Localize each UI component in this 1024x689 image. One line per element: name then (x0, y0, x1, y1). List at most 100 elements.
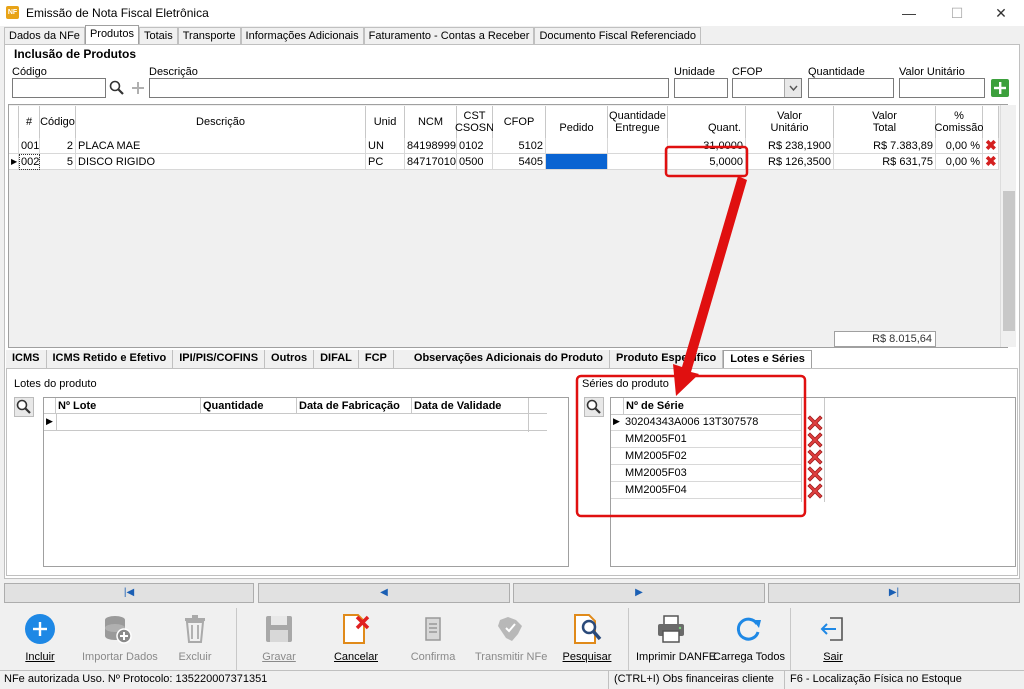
transmitir-nfe-button[interactable]: Transmitir NFe (475, 612, 547, 668)
grid-header-ncm[interactable]: NCM (405, 106, 457, 138)
tab-totais[interactable]: Totais (138, 27, 178, 45)
list-item[interactable]: MM2005F04 (611, 482, 801, 499)
lotes-table[interactable]: Nº Lote Quantidade Data de Fabricação Da… (43, 397, 569, 567)
delete-serie-icon[interactable] (805, 448, 825, 465)
table-cell-cst[interactable]: 0500 (457, 154, 493, 170)
search-series-button[interactable] (584, 397, 604, 417)
table-cell-comissao[interactable]: 0,00 % (936, 154, 983, 170)
excluir-button[interactable]: Excluir (160, 612, 230, 668)
tab-dados-nfe[interactable]: Dados da NFe (4, 27, 85, 45)
incluir-button[interactable]: Incluir (5, 612, 75, 668)
grid-header-cst[interactable]: CST CSOSN (455, 106, 494, 138)
delete-serie-icon[interactable] (805, 482, 825, 499)
pesquisar-button[interactable]: Pesquisar (552, 612, 622, 668)
search-lotes-button[interactable] (14, 397, 34, 417)
grid-header-comissao[interactable]: % Comissão (935, 106, 983, 138)
grid-header-cfop[interactable]: CFOP (493, 106, 546, 138)
quantidade-input[interactable] (808, 78, 894, 98)
grid-header-qtd-entregue[interactable]: Quantidade Entregue (608, 106, 668, 138)
tab-observacoes[interactable]: Observações Adicionais do Produto (393, 350, 610, 369)
table-cell-codigo[interactable]: 5 (40, 154, 76, 170)
tab-fcp[interactable]: FCP (358, 350, 394, 369)
tab-informacoes-adicionais[interactable]: Informações Adicionais (240, 27, 364, 45)
imprimir-danfe-button[interactable]: Imprimir DANFE (636, 612, 716, 668)
grid-header-valor-total[interactable]: Valor Total (834, 106, 936, 138)
table-cell-ncm[interactable]: 84717010 (405, 154, 457, 170)
table-cell-qtd-entregue[interactable] (608, 138, 668, 154)
table-row[interactable]: ▶ (44, 414, 547, 431)
delete-serie-icon[interactable] (805, 414, 825, 431)
delete-serie-icon[interactable] (805, 431, 825, 448)
table-cell-codigo[interactable]: 2 (40, 138, 76, 154)
tab-documento-referenciado[interactable]: Documento Fiscal Referenciado (534, 27, 701, 45)
grid-scrollbar[interactable] (1000, 105, 1016, 347)
table-cell-pedido-selected[interactable] (546, 154, 608, 170)
grid-header-codigo[interactable]: Código (40, 106, 76, 138)
tab-lotes-series[interactable]: Lotes e Séries (723, 350, 812, 369)
add-produto-button[interactable] (990, 78, 1010, 98)
grid-header-valor-unitario[interactable]: Valor Unitário (746, 106, 834, 138)
add-codigo-button[interactable] (128, 78, 148, 98)
lotes-header-lote[interactable]: Nº Lote (58, 400, 200, 412)
confirma-button[interactable]: Confirma (398, 612, 468, 668)
table-cell-unid[interactable]: UN (366, 138, 405, 154)
table-cell-valor-total[interactable]: R$ 7.383,89 (834, 138, 936, 154)
table-cell-qtd-entregue[interactable] (608, 154, 668, 170)
tab-difal[interactable]: DIFAL (314, 350, 359, 369)
table-cell-valor-unitario[interactable]: R$ 126,3500 (746, 154, 834, 170)
table-cell-pedido[interactable] (546, 138, 608, 154)
tab-icms[interactable]: ICMS (6, 350, 47, 369)
tab-outros[interactable]: Outros (265, 350, 315, 369)
grid-header-unid[interactable]: Unid (366, 106, 405, 138)
grid-scrollbar-thumb[interactable] (1003, 191, 1015, 331)
codigo-input[interactable] (12, 78, 106, 98)
importar-dados-button[interactable]: Importar Dados (82, 612, 158, 668)
sair-button[interactable]: Sair (798, 612, 868, 668)
tab-ipi-pis-cofins[interactable]: IPI/PIS/COFINS (173, 350, 266, 369)
cfop-select[interactable] (732, 78, 802, 98)
search-codigo-button[interactable] (107, 78, 127, 98)
table-cell-descricao[interactable]: PLACA MAE (76, 138, 366, 154)
descricao-input[interactable] (149, 78, 669, 98)
list-item[interactable]: MM2005F02 (611, 448, 801, 465)
lotes-header-quantidade[interactable]: Quantidade (203, 400, 295, 412)
list-item[interactable]: ▶ 30204343A006 13T307578 (611, 414, 801, 431)
series-header-numero[interactable]: Nº de Série (626, 400, 684, 412)
table-cell-num[interactable]: 002 (19, 154, 40, 170)
table-cell-comissao[interactable]: 0,00 % (936, 138, 983, 154)
list-item[interactable]: MM2005F01 (611, 431, 801, 448)
unidade-input[interactable] (674, 78, 728, 98)
table-cell-cst[interactable]: 0102 (457, 138, 493, 154)
grid-header-pedido[interactable]: Pedido (546, 106, 608, 138)
nav-next-button[interactable]: ▶ (513, 583, 765, 603)
list-item[interactable]: MM2005F03 (611, 465, 801, 482)
tab-produtos[interactable]: Produtos (84, 25, 139, 45)
table-cell-cfop[interactable]: 5405 (493, 154, 546, 170)
table-cell-valor-total[interactable]: R$ 631,75 (834, 154, 936, 170)
delete-row-icon[interactable]: ✖ (983, 154, 999, 170)
tab-produto-especifico[interactable]: Produto Específico (609, 350, 724, 369)
table-cell-quant[interactable]: 31,0000 (668, 138, 746, 154)
lotes-header-fabricacao[interactable]: Data de Fabricação (299, 400, 414, 412)
table-cell-descricao[interactable]: DISCO RIGIDO (76, 154, 366, 170)
cancelar-button[interactable]: Cancelar (321, 612, 391, 668)
delete-row-icon[interactable]: ✖ (983, 138, 999, 154)
table-cell-unid[interactable]: PC (366, 154, 405, 170)
tab-transporte[interactable]: Transporte (177, 27, 241, 45)
gravar-button[interactable]: Gravar (244, 612, 314, 668)
chevron-down-icon[interactable] (784, 79, 801, 97)
nav-last-button[interactable]: ▶| (768, 583, 1020, 603)
grid-header-descricao[interactable]: Descrição (76, 106, 366, 138)
minimize-button[interactable]: — (886, 0, 932, 26)
nav-first-button[interactable]: |◀ (4, 583, 254, 603)
tab-icms-retido[interactable]: ICMS Retido e Efetivo (46, 350, 174, 369)
close-button[interactable]: ✕ (978, 0, 1024, 26)
lotes-header-validade[interactable]: Data de Validade (414, 400, 524, 412)
delete-serie-icon[interactable] (805, 465, 825, 482)
maximize-button[interactable]: ☐ (934, 0, 980, 26)
valor-unitario-input[interactable] (899, 78, 985, 98)
carrega-todos-button[interactable]: Carrega Todos (713, 612, 785, 668)
nav-prev-button[interactable]: ◀ (258, 583, 510, 603)
table-cell-cfop[interactable]: 5102 (493, 138, 546, 154)
grid-header-quant[interactable]: Quant. (668, 106, 746, 138)
